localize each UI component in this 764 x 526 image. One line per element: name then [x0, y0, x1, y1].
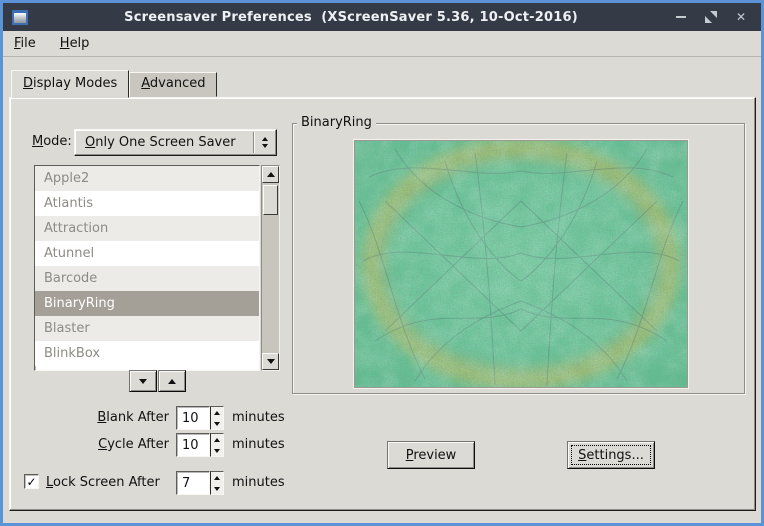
scrollbar-trough[interactable]: [262, 217, 279, 353]
cycle-after-arrows: [210, 433, 224, 457]
lock-screen-spinner: [176, 471, 224, 495]
preview-button[interactable]: Preview: [387, 441, 475, 469]
preview-image: [354, 140, 688, 388]
menubar: File Help: [3, 31, 761, 57]
lock-screen-checkbox[interactable]: ✓: [24, 474, 39, 489]
list-item[interactable]: Apple2: [35, 166, 259, 191]
menu-help[interactable]: Help: [60, 36, 90, 51]
cycle-after-unit: minutes: [232, 437, 285, 452]
list-scrollbar[interactable]: [261, 165, 280, 371]
window-controls: ✕: [674, 10, 752, 24]
mode-dropdown[interactable]: Only One Screen Saver: [74, 129, 277, 156]
cycle-after-label: Cycle After: [20, 437, 169, 452]
spin-down-button[interactable]: [211, 445, 223, 456]
lock-screen-arrows: [210, 471, 224, 495]
arrow-up-icon: [262, 137, 268, 141]
list-item[interactable]: Barcode: [35, 266, 259, 291]
maximize-button[interactable]: [704, 10, 718, 24]
xscreensaver-window: Screensaver Preferences (XScreenSaver 5.…: [0, 0, 764, 526]
spin-down-button[interactable]: [211, 418, 223, 429]
list-item[interactable]: Attraction: [35, 216, 259, 241]
dialog-body: Display Modes Advanced Mode: Only One Sc…: [3, 57, 761, 522]
scrollbar-up-button[interactable]: [262, 166, 279, 183]
move-down-button[interactable]: [129, 370, 157, 392]
list-item[interactable]: BlinkBox: [35, 341, 259, 366]
arrow-down-icon: [214, 449, 220, 453]
titlebar: Screensaver Preferences (XScreenSaver 5.…: [3, 3, 761, 31]
display-modes-panel: Mode: Only One Screen Saver Apple2Atlant…: [9, 97, 756, 511]
lock-screen-input[interactable]: [176, 471, 210, 495]
blank-after-unit: minutes: [232, 410, 285, 425]
move-up-button[interactable]: [158, 370, 186, 392]
close-icon: ✕: [736, 11, 746, 23]
screensaver-list[interactable]: Apple2AtlantisAttractionAtunnelBarcodeBi…: [34, 165, 260, 371]
arrow-down-icon: [214, 487, 220, 491]
blank-after-spinner: [176, 406, 224, 430]
scrollbar-down-button[interactable]: [262, 353, 279, 370]
tab-bar: Display Modes Advanced: [11, 70, 217, 97]
list-item[interactable]: BinaryRing: [35, 291, 259, 316]
lock-screen-label: Lock Screen After: [46, 475, 160, 490]
arrow-up-icon: [214, 476, 220, 480]
settings-button[interactable]: Settings...: [567, 441, 655, 469]
dropdown-arrows-icon: [254, 137, 276, 148]
spin-up-button[interactable]: [211, 434, 223, 445]
checkmark-icon: ✓: [26, 476, 36, 488]
minimize-icon: [676, 16, 686, 18]
spin-up-button[interactable]: [211, 407, 223, 418]
blank-after-label: Blank After: [20, 410, 169, 425]
arrow-up-icon: [168, 379, 176, 384]
arrow-up-icon: [214, 411, 220, 415]
arrow-down-icon: [214, 422, 220, 426]
mode-label: Mode:: [32, 134, 72, 149]
arrow-down-icon: [139, 379, 147, 384]
list-item[interactable]: Atunnel: [35, 241, 259, 266]
maximize-icon: [705, 11, 717, 23]
list-item[interactable]: Blaster: [35, 316, 259, 341]
spin-up-button[interactable]: [211, 472, 223, 483]
tab-display-modes[interactable]: Display Modes: [11, 70, 129, 98]
tab-advanced[interactable]: Advanced: [129, 72, 217, 97]
arrow-down-icon: [262, 144, 268, 148]
blank-after-arrows: [210, 406, 224, 430]
mode-dropdown-value: Only One Screen Saver: [75, 135, 253, 150]
lock-screen-unit: minutes: [232, 475, 285, 490]
close-button[interactable]: ✕: [734, 10, 748, 24]
minimize-button[interactable]: [674, 10, 688, 24]
preview-frame-title: BinaryRing: [297, 115, 376, 130]
arrow-up-icon: [214, 438, 220, 442]
arrow-down-icon: [267, 359, 275, 364]
scrollbar-thumb[interactable]: [263, 185, 278, 215]
arrow-up-icon: [267, 172, 275, 177]
spin-down-button[interactable]: [211, 483, 223, 494]
cycle-after-input[interactable]: [176, 433, 210, 457]
window-title: Screensaver Preferences (XScreenSaver 5.…: [28, 10, 674, 25]
blank-after-input[interactable]: [176, 406, 210, 430]
preview-frame: BinaryRing: [292, 123, 745, 394]
cycle-after-spinner: [176, 433, 224, 457]
list-item[interactable]: Atlantis: [35, 191, 259, 216]
app-window-icon: [12, 10, 28, 25]
menu-file[interactable]: File: [14, 36, 36, 51]
